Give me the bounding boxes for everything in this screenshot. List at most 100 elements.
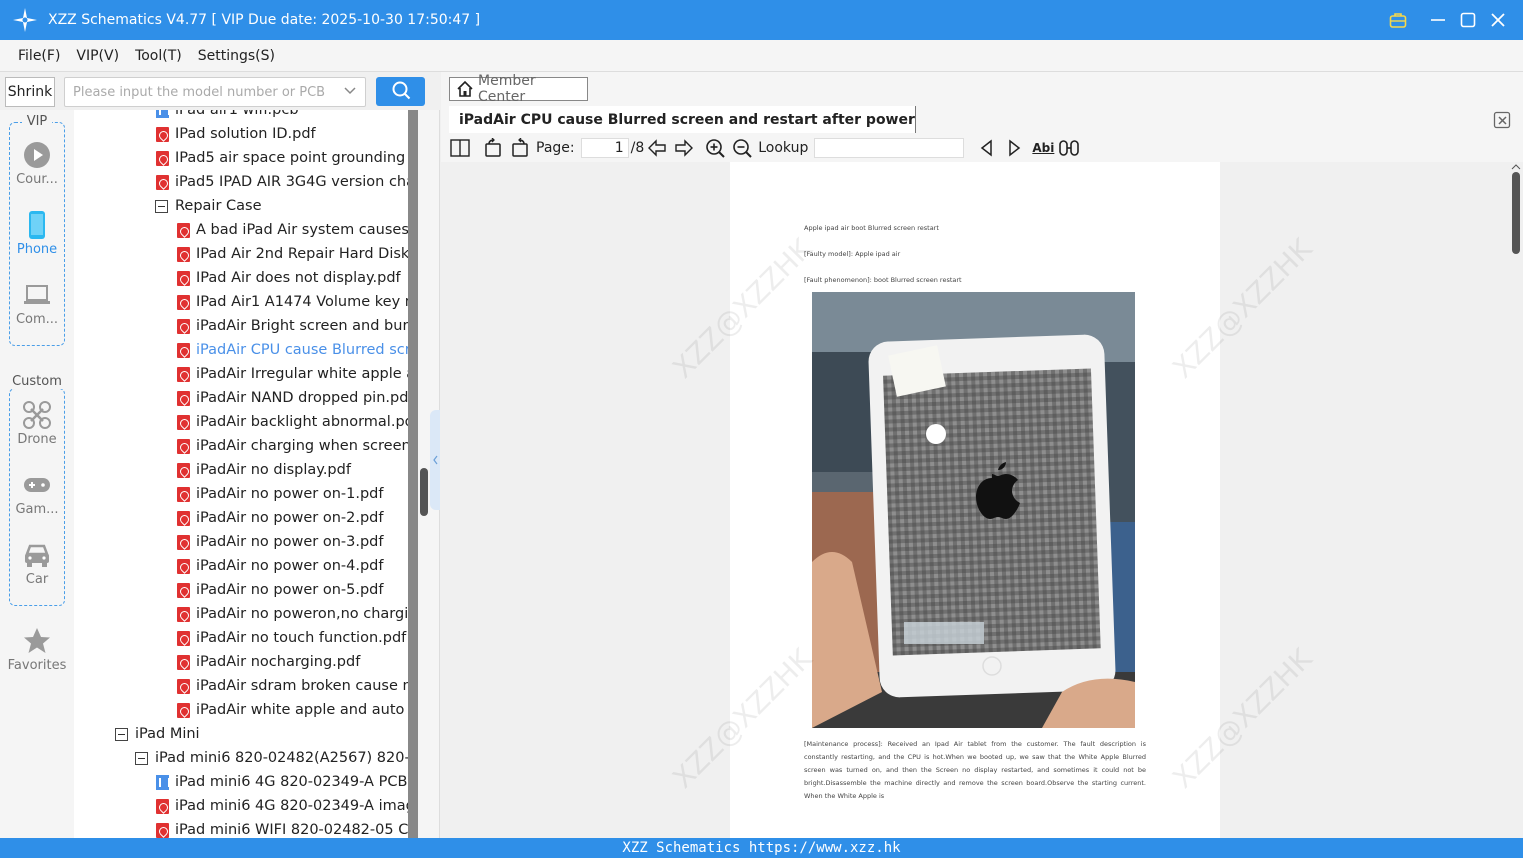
collapse-icon[interactable] bbox=[155, 199, 168, 213]
tree-scrollbar[interactable] bbox=[408, 110, 418, 838]
rail-item-drone[interactable]: Drone bbox=[0, 401, 74, 447]
tree-row[interactable]: IPad Air 2nd Repair Hard Disk W bbox=[177, 242, 408, 266]
tree-row-selected[interactable]: iPadAir CPU cause Blurred scree bbox=[177, 338, 408, 362]
pdf-file-icon bbox=[177, 462, 190, 478]
pdf-file-icon bbox=[177, 510, 190, 526]
close-button[interactable] bbox=[1483, 0, 1513, 40]
zoom-out-icon[interactable] bbox=[731, 137, 753, 159]
home-icon bbox=[456, 80, 474, 98]
tree-row[interactable]: A bad iPad Air system causes a bbox=[177, 218, 408, 242]
member-center-label: Member Center bbox=[478, 73, 536, 105]
splitter-handle[interactable] bbox=[420, 468, 428, 516]
tree-row[interactable]: iPadAir no display.pdf bbox=[177, 458, 351, 482]
app-logo-icon bbox=[12, 7, 38, 33]
next-page-icon[interactable] bbox=[673, 137, 695, 159]
menu-vip[interactable]: VIP(V) bbox=[68, 48, 127, 64]
zoom-in-icon[interactable] bbox=[704, 137, 726, 159]
rail-item-computer[interactable]: Com... bbox=[0, 282, 74, 327]
tree-row[interactable]: iPad5 IPAD AIR 3G4G version chan bbox=[156, 170, 408, 194]
viewer-scroll-thumb[interactable] bbox=[1512, 172, 1520, 254]
rail-item-car[interactable]: Car bbox=[0, 542, 74, 587]
tree-row[interactable]: iPadAir nocharging.pdf bbox=[177, 650, 360, 674]
tree-row[interactable]: iPadAir white apple and auto sh bbox=[177, 698, 408, 722]
viewer-scrollbar[interactable] bbox=[1509, 162, 1523, 838]
search-button[interactable] bbox=[376, 77, 425, 106]
phone-icon bbox=[27, 210, 47, 244]
tree-row[interactable]: iPad mini6 4G 820-02349-A PCB la bbox=[156, 770, 408, 794]
match-case-icon[interactable]: Abi bbox=[1032, 141, 1054, 155]
maximize-button[interactable] bbox=[1453, 0, 1483, 40]
rail-item-phone[interactable]: Phone bbox=[0, 210, 74, 257]
collapse-panel-tab[interactable] bbox=[430, 410, 440, 510]
custom-group-title: Custom bbox=[0, 374, 74, 389]
pdf-file-icon bbox=[177, 294, 190, 310]
tree-row[interactable]: iPadAir charging when screen li bbox=[177, 434, 408, 458]
find-next-icon[interactable] bbox=[1003, 137, 1025, 159]
tree-row[interactable]: iPad mini6 WIFI 820-02482-05 Con bbox=[156, 818, 408, 838]
tree-folder-ipad-mini[interactable]: iPad Mini bbox=[115, 722, 200, 746]
collapse-icon[interactable] bbox=[135, 751, 148, 765]
rail-item-favorites[interactable]: Favorites bbox=[0, 628, 74, 673]
close-document-icon[interactable] bbox=[1493, 111, 1511, 133]
previous-page-icon[interactable] bbox=[646, 137, 668, 159]
tree-row[interactable]: IPad5 air space point grounding co bbox=[156, 146, 408, 170]
page-number-input[interactable]: 1 bbox=[580, 138, 629, 158]
menu-file[interactable]: File(F) bbox=[10, 48, 68, 64]
pdf-file-icon bbox=[156, 798, 169, 814]
tree-row[interactable]: iPadAir sdram broken cause no bbox=[177, 674, 408, 698]
tree-row[interactable]: IPad Air does not display.pdf bbox=[177, 266, 401, 290]
pdf-file-icon bbox=[177, 606, 190, 622]
lookup-label: Lookup bbox=[758, 140, 809, 156]
member-center-button[interactable]: Member Center bbox=[449, 73, 588, 105]
menu-tool[interactable]: Tool(T) bbox=[127, 48, 190, 64]
viewer-toolbar: Page: 1 /8 Lookup Abi bbox=[441, 134, 1523, 162]
find-previous-icon[interactable] bbox=[976, 137, 998, 159]
rotate-left-icon[interactable] bbox=[482, 137, 504, 159]
document-viewer[interactable]: Apple ipad air boot Blurred screen resta… bbox=[441, 162, 1509, 838]
search-input[interactable]: Please input the model number or PCB bbox=[64, 77, 366, 107]
tree-row[interactable]: iPadAir no power on-5.pdf bbox=[177, 578, 383, 602]
collapse-icon[interactable] bbox=[115, 727, 128, 741]
menu-settings[interactable]: Settings(S) bbox=[190, 48, 283, 64]
document-tab-title: iPadAir CPU cause Blurred screen and res… bbox=[459, 111, 915, 128]
tree-row[interactable]: iPadAir backlight abnormal.pdf bbox=[177, 410, 408, 434]
pdf-file-icon bbox=[156, 150, 169, 166]
tree-folder-ipad-mini6[interactable]: iPad mini6 820-02482(A2567) 820-023 bbox=[135, 746, 408, 770]
pdf-file-icon bbox=[177, 222, 190, 238]
rail-item-course[interactable]: Cour... bbox=[0, 142, 74, 187]
tree-row[interactable]: iPadAir no power on-2.pdf bbox=[177, 506, 383, 530]
tree-row[interactable]: iPad mini6 4G 820-02349-A image bbox=[156, 794, 408, 818]
tree-row[interactable]: IPad Air1 A1474 Volume key mu bbox=[177, 290, 408, 314]
rail-item-label: Cour... bbox=[16, 172, 58, 187]
tree-row[interactable]: iPadAir Irregular white apple ar bbox=[177, 362, 408, 386]
rail-item-label: Gam... bbox=[15, 502, 59, 517]
tree-row[interactable]: iPadAir Bright screen and burni bbox=[177, 314, 408, 338]
rotate-right-icon[interactable] bbox=[509, 137, 531, 159]
shrink-button[interactable]: Shrink bbox=[5, 77, 55, 107]
chevron-down-icon[interactable] bbox=[343, 84, 357, 102]
document-tab[interactable]: iPadAir CPU cause Blurred screen and res… bbox=[449, 106, 916, 133]
panel-splitter[interactable] bbox=[418, 110, 440, 838]
split-view-icon[interactable] bbox=[449, 137, 471, 159]
minimize-button[interactable] bbox=[1423, 0, 1453, 40]
whole-word-icon[interactable] bbox=[1058, 137, 1080, 159]
tree-row[interactable]: iPadAir no power on-1.pdf bbox=[177, 482, 383, 506]
page-paragraph: [Maintenance process]: Received an Ipad … bbox=[804, 740, 1146, 800]
pdf-file-icon bbox=[177, 438, 190, 454]
tree-row[interactable]: iPadAir no power on-3.pdf bbox=[177, 530, 383, 554]
tree-row[interactable]: iPadAir NAND dropped pin.pdf bbox=[177, 386, 408, 410]
rail-item-game[interactable]: Gam... bbox=[0, 472, 74, 517]
page-text-line: [Fault phenomenon]: boot Blurred screen … bbox=[804, 276, 962, 284]
tree-row[interactable]: iPadAir no poweron,no chargin bbox=[177, 602, 408, 626]
car-icon bbox=[22, 541, 52, 573]
tree-row[interactable]: iPad air1 wifi.pcb bbox=[156, 110, 299, 122]
tree-row[interactable]: iPadAir no touch function.pdf bbox=[177, 626, 406, 650]
tree-row[interactable]: iPadAir no power on-4.pdf bbox=[177, 554, 383, 578]
bag-icon[interactable] bbox=[1383, 0, 1413, 40]
file-tree: iPad air1 wifi.pcb IPad solution ID.pdf … bbox=[74, 110, 408, 838]
tree-folder-repair-case[interactable]: Repair Case bbox=[155, 194, 262, 218]
lookup-input[interactable] bbox=[814, 138, 965, 158]
pdf-file-icon bbox=[177, 654, 190, 670]
page-text-line: Apple ipad air boot Blurred screen resta… bbox=[804, 224, 939, 232]
tree-row[interactable]: IPad solution ID.pdf bbox=[156, 122, 316, 146]
